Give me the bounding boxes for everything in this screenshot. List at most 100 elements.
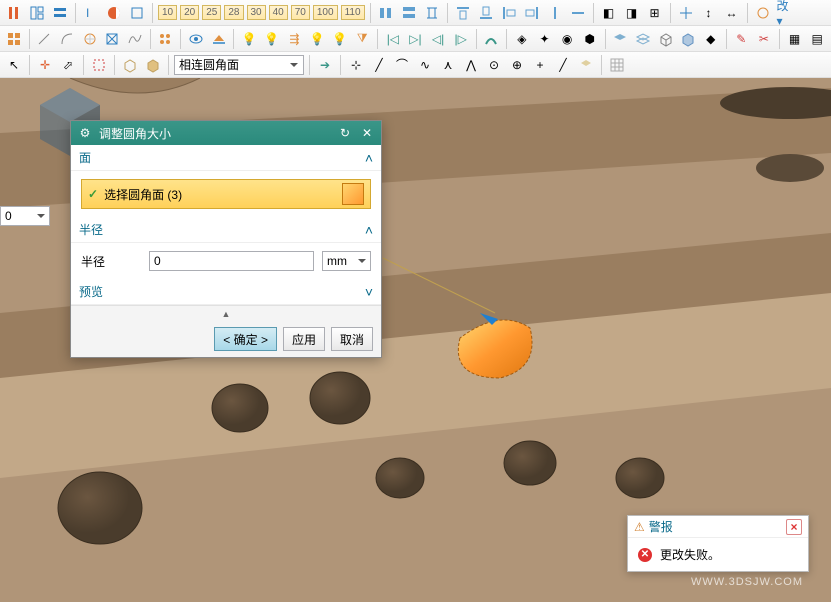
cube-icon[interactable] [656,29,676,49]
edit-text-icon[interactable]: 改▾ [776,3,796,23]
pattern-icon[interactable] [156,29,176,49]
size-preset[interactable]: 25 [202,5,221,20]
size-preset[interactable]: 20 [180,5,199,20]
route-icon[interactable] [481,29,501,49]
align-icon[interactable] [399,3,419,23]
align-icon[interactable] [422,3,442,23]
box-icon[interactable] [120,55,140,75]
size-preset[interactable]: 110 [341,5,365,20]
size-preset[interactable]: 28 [224,5,243,20]
grid-icon[interactable] [607,55,627,75]
spline-icon[interactable] [125,29,145,49]
align-icon[interactable] [568,3,588,23]
tool-icon[interactable]: ◧ [599,3,619,23]
center-icon[interactable]: ⊙ [484,55,504,75]
close-icon[interactable]: ✕ [359,125,375,141]
collapse-handle[interactable]: ▲ [71,305,381,321]
align-bottom-icon[interactable] [476,3,496,23]
snap-icon[interactable]: ⋏ [438,55,458,75]
tool-icon[interactable] [753,3,773,23]
plus-icon[interactable]: + [530,55,550,75]
tool-icon[interactable]: ✦ [535,29,555,49]
section-face-header[interactable]: 面 ˄ [71,145,381,171]
close-icon[interactable]: × [786,519,802,535]
face-type-icon[interactable] [342,183,364,205]
face-icon[interactable] [576,55,596,75]
surface-icon[interactable] [633,29,653,49]
center-icon[interactable]: ⊕ [507,55,527,75]
tool-icon[interactable] [102,29,122,49]
line-icon[interactable]: ╱ [553,55,573,75]
snap-icon[interactable]: ⊹ [346,55,366,75]
select-rect-icon[interactable] [89,55,109,75]
cube-icon[interactable] [678,29,698,49]
section-preview-header[interactable]: 预览 ˅ [71,279,381,305]
cursor-icon[interactable]: ⬀ [58,55,78,75]
snap-icon[interactable]: ⋀ [461,55,481,75]
ok-button[interactable]: < 确定 > [214,327,277,351]
last-icon[interactable]: ▷| [406,29,426,49]
reset-icon[interactable]: ↻ [337,125,353,141]
radius-input[interactable] [149,251,314,271]
tool-icon[interactable] [50,3,70,23]
tool-icon[interactable]: ▤ [807,29,827,49]
tool-icon[interactable] [676,3,696,23]
bulb-icon[interactable]: 💡 [330,29,350,49]
line-icon[interactable]: ╱ [369,55,389,75]
tool-icon[interactable]: ◉ [557,29,577,49]
tool-icon[interactable] [104,3,124,23]
tool-icon[interactable] [4,3,24,23]
curve-icon[interactable]: ∿ [415,55,435,75]
tool-icon[interactable]: I [81,3,101,23]
arrow-right-icon[interactable]: ➔ [315,55,335,75]
surface-icon[interactable] [611,29,631,49]
prev-icon[interactable]: ◁| [428,29,448,49]
circle-icon[interactable] [80,29,100,49]
grid-icon[interactable] [4,29,24,49]
tool-icon[interactable]: ▦ [785,29,805,49]
size-preset[interactable]: 100 [313,5,338,20]
arc-icon[interactable]: ⌒ [392,55,412,75]
filter-icon[interactable]: ⧩ [352,29,372,49]
unit-dropdown[interactable]: mm [322,251,371,271]
align-icon[interactable] [376,3,396,23]
next-icon[interactable]: |▷ [451,29,471,49]
align-top-icon[interactable] [453,3,473,23]
tool-icon[interactable]: ✂ [754,29,774,49]
show-icon[interactable] [186,29,206,49]
align-right-icon[interactable] [522,3,542,23]
first-icon[interactable]: |◁ [383,29,403,49]
apply-button[interactable]: 应用 [283,327,325,351]
tool-icon[interactable]: ↕ [699,3,719,23]
align-icon[interactable] [545,3,565,23]
box-icon[interactable] [143,55,163,75]
arrows-icon[interactable]: ⇶ [285,29,305,49]
alert-header[interactable]: ⚠ 警报 × [628,516,808,538]
tool-icon[interactable] [127,3,147,23]
arc-icon[interactable] [57,29,77,49]
size-preset[interactable]: 70 [291,5,310,20]
left-value-dropdown[interactable]: 0 [0,206,50,226]
section-radius-header[interactable]: 半径 ˄ [71,217,381,243]
target-icon[interactable]: ✛ [35,55,55,75]
filter-dropdown[interactable]: 相连圆角面 [174,55,304,75]
tool-icon[interactable] [27,3,47,23]
cancel-button[interactable]: 取消 [331,327,373,351]
tool-icon[interactable]: ◨ [622,3,642,23]
bulb-icon[interactable]: 💡 [262,29,282,49]
dialog-titlebar[interactable]: ⚙ 调整圆角大小 ↻ ✕ [71,121,381,145]
select-fillet-face-row[interactable]: ✓ 选择圆角面 (3) [81,179,371,209]
arrow-icon[interactable]: ↖ [4,55,24,75]
size-preset[interactable]: 40 [269,5,288,20]
tool-icon[interactable]: ◈ [512,29,532,49]
bulb-icon[interactable]: 💡 [239,29,259,49]
size-preset[interactable]: 10 [158,5,177,20]
tool-icon[interactable]: ↔ [722,3,742,23]
bulb-icon[interactable]: 💡 [307,29,327,49]
plane-icon[interactable] [209,29,229,49]
align-left-icon[interactable] [499,3,519,23]
tool-icon[interactable]: ⬢ [580,29,600,49]
tool-icon[interactable]: ✎ [732,29,752,49]
line-icon[interactable] [35,29,55,49]
tool-icon[interactable]: ⊞ [645,3,665,23]
